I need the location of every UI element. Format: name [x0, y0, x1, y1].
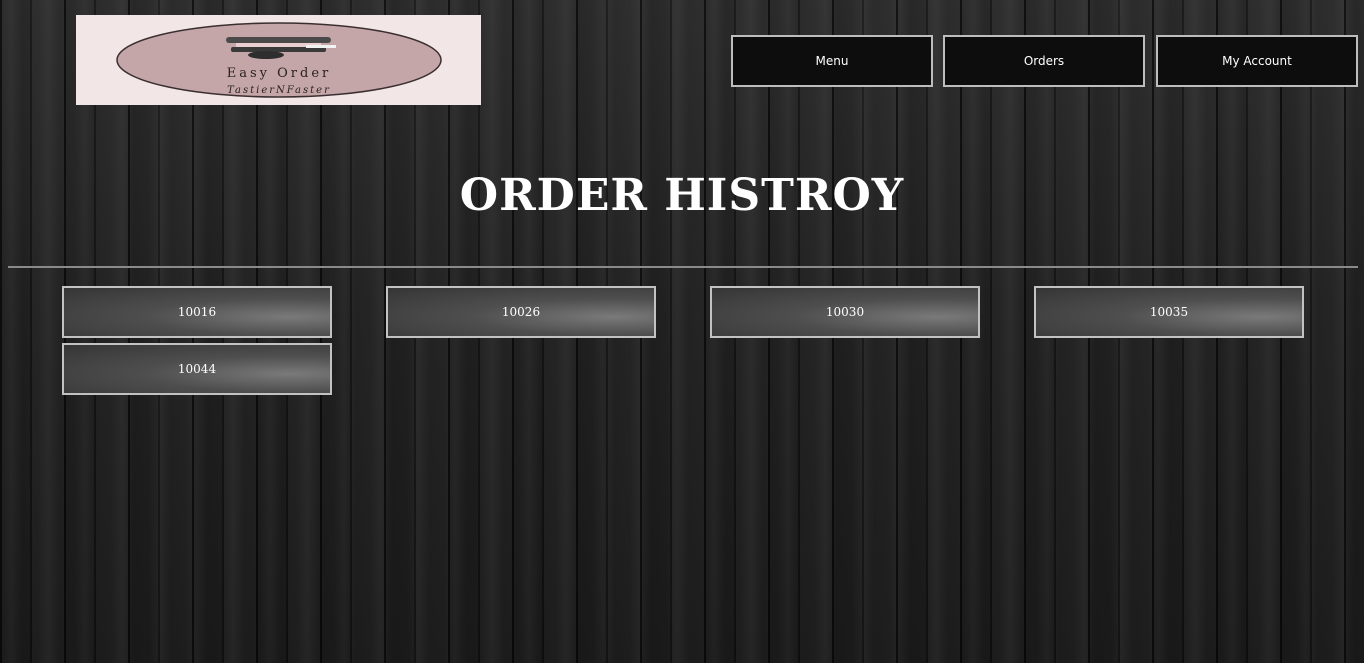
logo-tagline-text: TastierNFaster: [227, 85, 331, 96]
logo[interactable]: Easy Order TastierNFaster: [76, 15, 481, 105]
nav-orders-button[interactable]: Orders: [943, 35, 1145, 87]
title-divider: [8, 266, 1358, 268]
order-tile[interactable]: 10016: [62, 286, 332, 338]
nav-menu-button[interactable]: Menu: [731, 35, 933, 87]
logo-brand-text: Easy Order: [227, 66, 332, 81]
nav-my-account-button[interactable]: My Account: [1156, 35, 1358, 87]
order-tile[interactable]: 10044: [62, 343, 332, 395]
order-tile[interactable]: 10026: [386, 286, 656, 338]
order-tile[interactable]: 10030: [710, 286, 980, 338]
page-title: ORDER HISTROY: [459, 170, 905, 221]
order-tile[interactable]: 10035: [1034, 286, 1304, 338]
logo-image: Easy Order TastierNFaster: [116, 22, 442, 98]
